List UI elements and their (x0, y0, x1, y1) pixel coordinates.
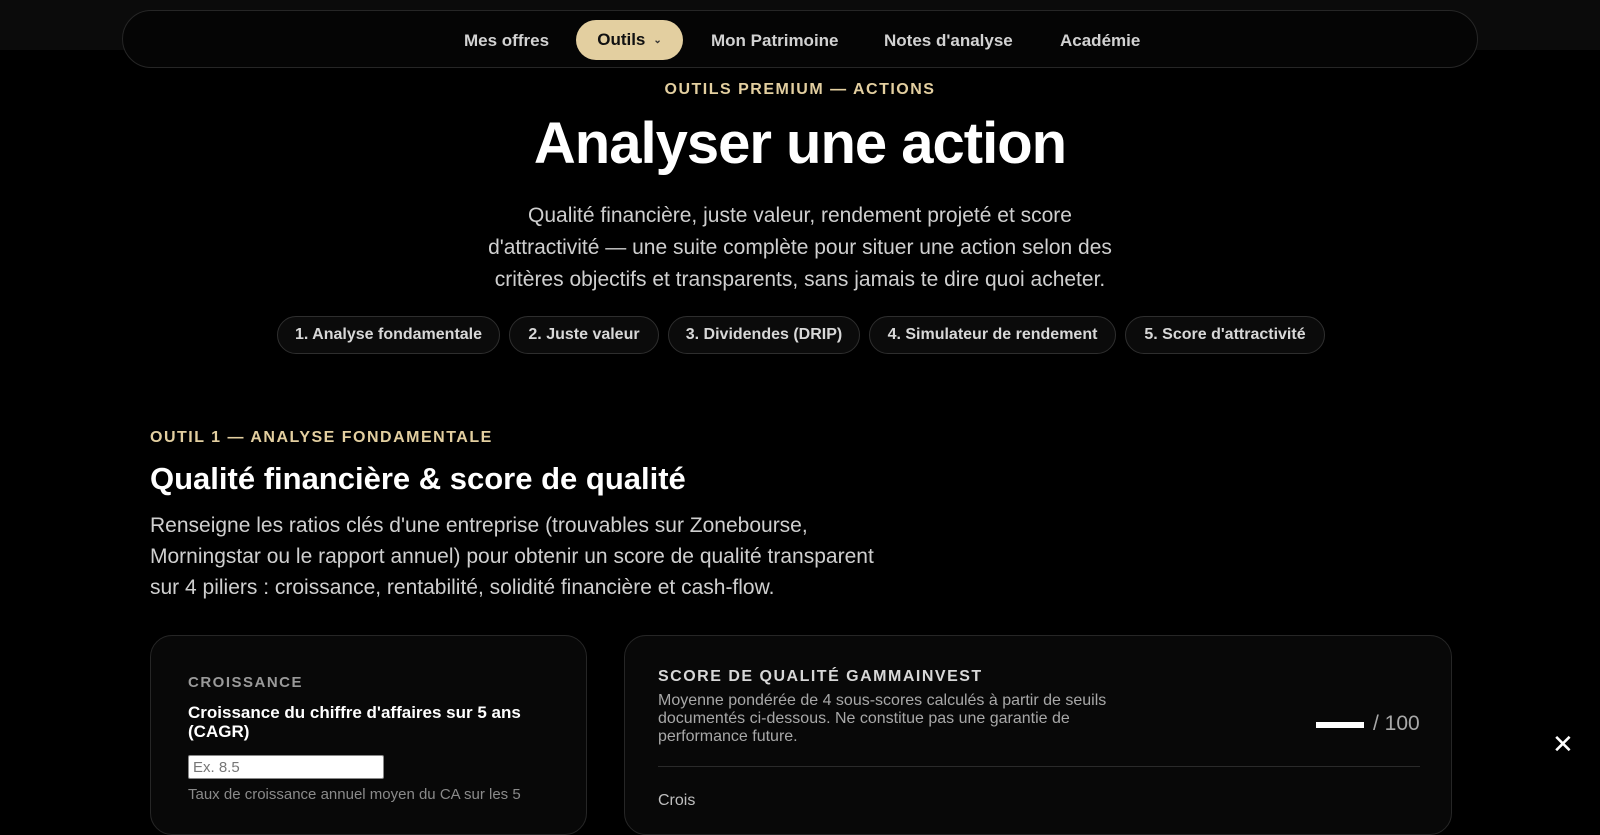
nav-mes-offres[interactable]: Mes offres (464, 31, 549, 51)
score-max: / 100 (1373, 712, 1420, 735)
score-title: SCORE DE QUALITÉ GAMMAINVEST (658, 668, 983, 685)
chip-analyse-fondamentale[interactable]: 1. Analyse fondamentale (277, 316, 500, 354)
nav-outils-label: Outils (597, 30, 646, 49)
quality-score-card: SCORE DE QUALITÉ GAMMAINVEST Moyenne pon… (624, 635, 1452, 835)
section-title: Qualité financière & score de qualité (150, 461, 686, 496)
nav-academie[interactable]: Académie (1060, 31, 1140, 51)
main-navigation: Mes offres Outils ⌄ Mon Patrimoine Notes… (122, 10, 1478, 68)
close-icon[interactable]: ✕ (1552, 731, 1574, 757)
chip-dividendes[interactable]: 3. Dividendes (DRIP) (668, 316, 860, 354)
score-value-placeholder (1316, 722, 1364, 728)
nav-mon-patrimoine[interactable]: Mon Patrimoine (711, 31, 839, 51)
growth-card: CROISSANCE Croissance du chiffre d'affai… (150, 635, 587, 835)
card-divider (658, 766, 1420, 767)
cagr-help-text: Taux de croissance annuel moyen du CA su… (188, 786, 521, 803)
cagr-field-label: Croissance du chiffre d'affaires sur 5 a… (188, 703, 521, 741)
hero-subtitle: Qualité financière, juste valeur, rendem… (488, 204, 1112, 291)
chip-juste-valeur[interactable]: 2. Juste valeur (509, 316, 659, 354)
pillar-label-croissance: Crois (658, 792, 696, 809)
chip-score-attractivite[interactable]: 5. Score d'attractivité (1125, 316, 1325, 354)
score-description: Moyenne pondérée de 4 sous-scores calcul… (658, 692, 1107, 745)
nav-notes-analyse[interactable]: Notes d'analyse (884, 31, 1013, 51)
cagr-input[interactable] (188, 755, 384, 779)
nav-outils[interactable]: Outils ⌄ (576, 20, 683, 60)
section-description: Renseigne les ratios clés d'une entrepri… (150, 514, 874, 599)
chevron-down-icon: ⌄ (653, 34, 662, 46)
tool-chips: 1. Analyse fondamentale 2. Juste valeur … (0, 316, 1600, 356)
growth-card-label: CROISSANCE (188, 674, 304, 691)
chip-simulateur-rendement[interactable]: 4. Simulateur de rendement (869, 316, 1116, 354)
section-eyebrow: OUTIL 1 — ANALYSE FONDAMENTALE (150, 429, 493, 446)
page-title: Analyser une action (533, 111, 1067, 176)
hero-eyebrow: OUTILS PREMIUM — ACTIONS (664, 81, 936, 98)
